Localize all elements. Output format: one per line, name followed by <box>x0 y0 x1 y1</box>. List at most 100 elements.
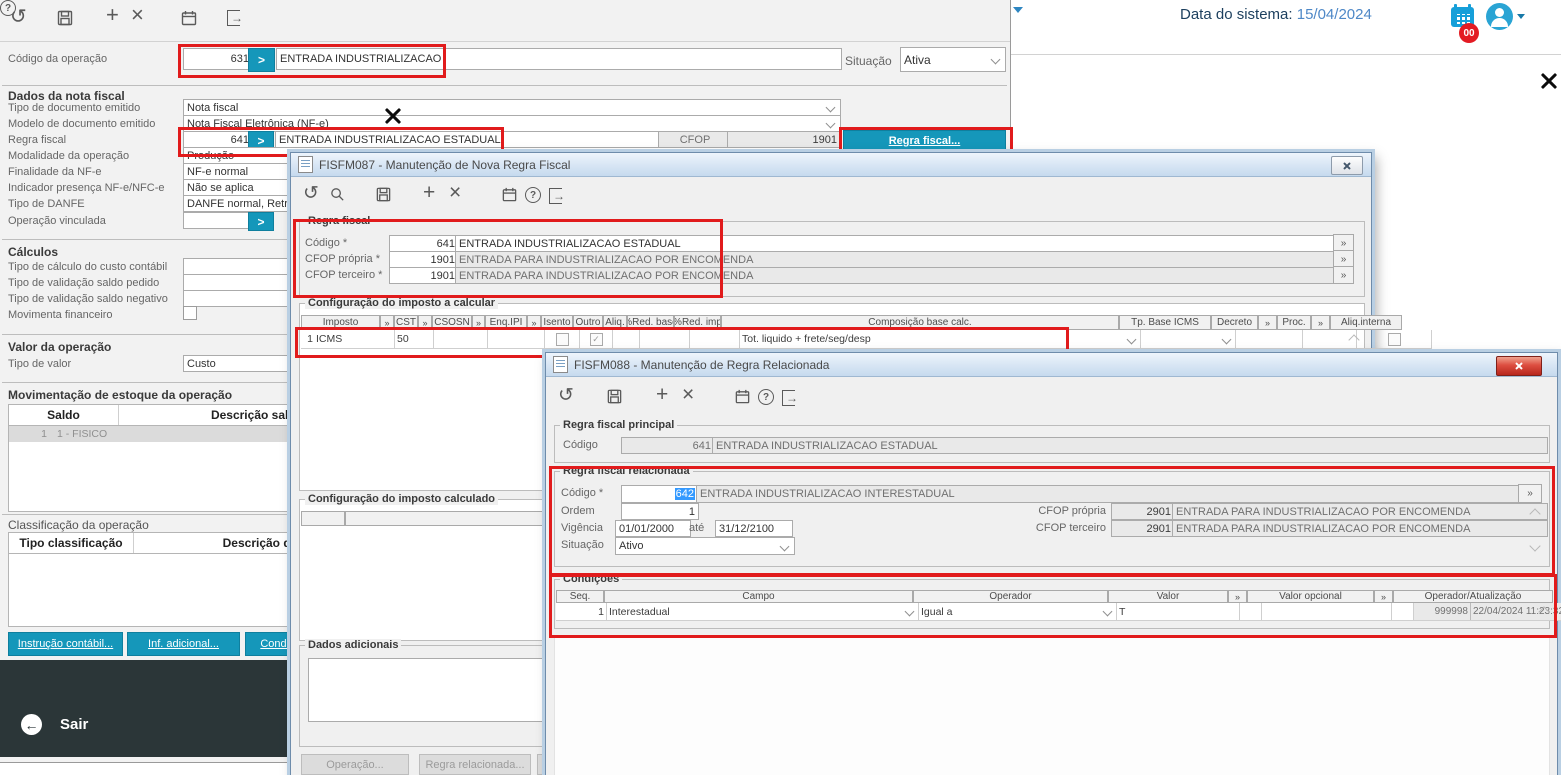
add-icon[interactable]: + <box>106 4 119 26</box>
col-valor-opcional[interactable]: Valor opcional <box>1247 590 1374 603</box>
condicao-row[interactable]: 1 Interestadual Igual a T 999998 22/04/2… <box>556 603 1561 621</box>
exit-icon[interactable]: → <box>782 390 798 406</box>
lookup-col-icon[interactable]: » <box>380 315 394 330</box>
search-icon[interactable] <box>329 186 346 203</box>
calendar-icon[interactable] <box>501 186 518 203</box>
instrucao-contabil-button[interactable]: Instrução contábil... <box>8 632 123 656</box>
op-vinculada-lookup-button[interactable]: > <box>248 212 274 231</box>
col-outro[interactable]: Outro <box>573 315 603 330</box>
d087-cfop-terceiro-lookup-button[interactable]: » <box>1333 266 1354 284</box>
imposto-row-icms[interactable]: 1 ICMS 50 ✓ Tot. liquido + frete/seg/desp <box>301 330 1432 349</box>
fisfm088-close-button[interactable] <box>1496 356 1542 376</box>
d087-cfop-propria-input[interactable]: 1901 <box>389 251 459 268</box>
col-tp-base-icms[interactable]: Tp. Base ICMS <box>1119 315 1211 330</box>
movimenta-financeiro-checkbox[interactable] <box>183 306 197 320</box>
d088-ordem-input[interactable]: 1 <box>621 503 699 520</box>
fisfm088-title-bar[interactable]: FISFM088 - Manutenção de Regra Relaciona… <box>546 353 1557 377</box>
col-proc[interactable]: Proc. <box>1277 315 1311 330</box>
d088-vigencia-ate-input[interactable]: 31/12/2100 <box>715 520 793 537</box>
col-red-imp[interactable]: %Red. imp <box>674 315 721 330</box>
scroll-down-icon[interactable] <box>1529 540 1541 552</box>
calendar-icon[interactable] <box>180 9 198 27</box>
col-isento[interactable]: Isento <box>541 315 573 330</box>
d087-codigo-desc[interactable]: ENTRADA INDUSTRIALIZACAO ESTADUAL <box>455 235 1339 252</box>
panel-close-icon[interactable] <box>1539 71 1559 91</box>
valor-input[interactable]: T <box>1117 603 1240 620</box>
situacao-select[interactable]: Ativa <box>900 47 1006 72</box>
col-csosn[interactable]: CSOSN <box>432 315 472 330</box>
col-cst[interactable]: CST <box>394 315 418 330</box>
campo-select[interactable]: Interestadual <box>607 603 919 620</box>
regra-fiscal-button[interactable]: Regra fiscal... <box>843 130 1006 152</box>
sair-button[interactable]: Sair <box>60 716 88 733</box>
lookup-col-icon[interactable]: » <box>1374 590 1393 603</box>
fisfm087-title-bar[interactable]: FISFM087 - Manutenção de Nova Regra Fisc… <box>291 153 1371 177</box>
user-menu-caret-icon[interactable] <box>1517 14 1525 19</box>
help-icon[interactable]: ? <box>525 187 541 203</box>
save-icon[interactable] <box>56 9 74 27</box>
d087-cfop-terceiro-input[interactable]: 1901 <box>389 267 459 284</box>
undo-icon[interactable]: ↺ <box>558 386 574 405</box>
inf-adicional-button[interactable]: Inf. adicional... <box>127 632 240 656</box>
col-aliq[interactable]: Aliq. <box>603 315 627 330</box>
operador-select[interactable]: Igual a <box>919 603 1117 620</box>
save-icon[interactable] <box>375 186 392 203</box>
aliq-interna-checkbox[interactable] <box>1387 332 1401 346</box>
lookup-col-icon[interactable]: » <box>1228 590 1247 603</box>
col-descricao-saldo[interactable]: Descrição saldo <box>119 405 306 425</box>
frame-caret-icon[interactable] <box>1013 7 1023 13</box>
d088-situacao-select[interactable]: Ativo <box>615 537 795 555</box>
user-avatar[interactable] <box>1486 3 1513 30</box>
lookup-col-icon[interactable]: » <box>527 315 541 330</box>
col-imposto[interactable]: Imposto <box>301 315 380 330</box>
col-valor[interactable]: Valor <box>1108 590 1228 603</box>
codigo-operacao-lookup-button[interactable]: > <box>248 48 275 72</box>
col-red-base[interactable]: %Red. base <box>627 315 674 330</box>
col-composicao[interactable]: Composição base calc. <box>721 315 1119 330</box>
col-seq[interactable]: Seq. <box>556 590 604 603</box>
operacao-button[interactable]: Operação... <box>301 754 409 775</box>
col-descricao[interactable]: Descrição do <box>134 533 301 553</box>
col-aliq-interna[interactable]: Aliq.interna <box>1330 315 1402 330</box>
composicao-select[interactable]: Tot. liquido + frete/seg/desp <box>740 330 1141 348</box>
help-icon[interactable]: ? <box>0 0 16 16</box>
col-enq-ipi[interactable]: Enq.IPI <box>485 315 527 330</box>
add-icon[interactable]: + <box>423 182 435 203</box>
valor-opcional-input[interactable] <box>1262 603 1392 620</box>
exit-icon[interactable]: → <box>227 10 243 26</box>
lookup-col-icon[interactable]: » <box>472 315 485 330</box>
tp-base-icms-select[interactable] <box>1141 330 1236 348</box>
op-vinculada-input[interactable] <box>183 212 253 229</box>
help-icon[interactable]: ? <box>758 389 774 405</box>
add-icon[interactable]: + <box>656 384 668 405</box>
lookup-col-icon[interactable]: » <box>1311 315 1330 330</box>
col-tipo-classificacao[interactable]: Tipo classificação <box>9 533 134 553</box>
outro-checkbox[interactable]: ✓ <box>589 332 603 346</box>
col-operador[interactable]: Operador <box>913 590 1108 603</box>
tipo-doc-select[interactable]: Nota fiscal <box>183 99 841 116</box>
calendar-icon[interactable] <box>734 388 751 405</box>
d088-rel-lookup-button[interactable]: » <box>1518 484 1542 503</box>
exit-icon[interactable]: → <box>549 188 565 204</box>
save-icon[interactable] <box>606 388 623 405</box>
fisfm087-close-button[interactable] <box>1331 156 1363 175</box>
modelo-doc-select[interactable]: Nota Fiscal Eletrônica (NF-e) <box>183 115 841 132</box>
regra-fiscal-input[interactable]: 641 <box>183 131 253 148</box>
d088-vigencia-de-input[interactable]: 01/01/2000 <box>615 520 691 537</box>
col-campo[interactable]: Campo <box>604 590 913 603</box>
back-icon[interactable]: ← <box>21 714 42 735</box>
delete-icon[interactable]: × <box>131 4 144 26</box>
d087-codigo-input[interactable]: 641 <box>389 235 459 252</box>
calc-col-1[interactable] <box>301 511 345 526</box>
col-operador-atualizacao[interactable]: Operador/Atualização <box>1393 590 1553 603</box>
lookup-col-icon[interactable]: » <box>418 315 432 330</box>
undo-icon[interactable]: ↺ <box>303 184 319 203</box>
delete-icon[interactable]: × <box>449 182 461 203</box>
d088-rel-codigo-input[interactable]: 642 <box>621 485 699 503</box>
lookup-col-icon[interactable]: » <box>1258 315 1277 330</box>
col-decreto[interactable]: Decreto <box>1211 315 1258 330</box>
regra-relacionada-button[interactable]: Regra relacionada... <box>419 754 531 775</box>
col-saldo[interactable]: Saldo <box>9 405 119 425</box>
isento-checkbox[interactable] <box>555 332 569 346</box>
codigo-operacao-input[interactable]: 631 <box>183 48 253 70</box>
